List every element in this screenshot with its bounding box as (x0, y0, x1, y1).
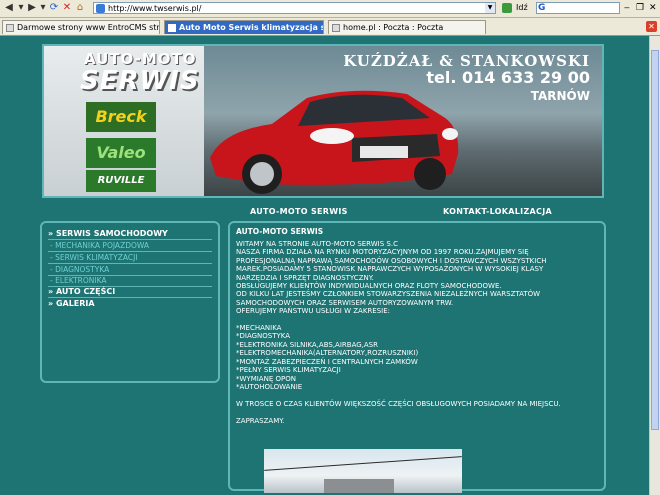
address-bar[interactable]: http://www.twserwis.pl/ ▼ (93, 2, 496, 14)
restore-icon[interactable]: ❐ (636, 2, 644, 14)
sidebar-item-galeria[interactable]: » GALERIA (48, 299, 95, 308)
nav-auto-moto-serwis[interactable]: AUTO-MOTO SERWIS (250, 207, 348, 216)
home-icon[interactable]: ⌂ (74, 2, 86, 14)
phone-number: tel. 014 633 29 00 (426, 68, 590, 87)
site-banner: AUTO-MOTO SERWIS Breck Valeo RUVILLE KUŹ… (42, 44, 604, 198)
tab-entrocms[interactable]: Darmowe strony www EntroCMS strony inter… (2, 20, 160, 34)
sidebar-item-diagnostyka[interactable]: - DIAGNOSTYKA (50, 265, 109, 274)
sidebar-item-mechanika[interactable]: - MECHANIKA POJAZDOWA (50, 241, 149, 250)
tab-label: Darmowe strony www EntroCMS strony inter… (17, 23, 160, 32)
photo-roof (324, 479, 394, 493)
red-car-image (210, 90, 459, 194)
ruville-logo: RUVILLE (86, 170, 156, 192)
browser-toolbar: ◀ ▾ ▶ ▾ ⟳ ✕ ⌂ http://www.twserwis.pl/ ▼ … (0, 0, 660, 18)
vertical-scrollbar[interactable] (649, 36, 660, 495)
address-dropdown-icon[interactable]: ▼ (485, 3, 495, 13)
sidebar-item-serwis-samochodowy[interactable]: » SERWIS SAMOCHODOWY (48, 229, 168, 238)
sidebar-item-klimatyzacja[interactable]: - SERWIS KLIMATYZACJI (50, 253, 138, 262)
site-favicon-icon (96, 4, 105, 13)
tab-label: home.pl : Poczta : Poczta (343, 23, 444, 32)
main-content: AUTO-MOTO SERWIS WITAMY NA STRONIE AUTO-… (228, 221, 606, 493)
workshop-photo (264, 449, 462, 493)
scrollbar-thumb[interactable] (651, 50, 659, 430)
close-tab-icon[interactable]: ✕ (646, 21, 657, 32)
nav-kontakt-lokalizacja[interactable]: KONTAKT-LOKALIZACJA (443, 207, 552, 216)
breck-logo: Breck (86, 102, 156, 132)
page-icon (168, 24, 176, 32)
go-icon[interactable] (502, 3, 512, 13)
stop-icon[interactable]: ✕ (61, 2, 73, 14)
menu-divider (48, 297, 212, 298)
back-arrow-icon[interactable]: ◀ (3, 2, 15, 14)
logo-text-bottom: SERWIS (80, 66, 200, 96)
page-icon (6, 24, 14, 32)
tab-auto-moto[interactable]: Auto Moto Serwis klimatyzacja samo... (164, 20, 324, 34)
city-name: TARNÓW (530, 89, 590, 103)
search-box[interactable]: G (536, 2, 620, 14)
content-body: WITAMY NA STRONIE AUTO-MOTO SERWIS S.C N… (236, 240, 561, 425)
tab-label: Auto Moto Serwis klimatyzacja samo... (179, 23, 323, 32)
photo-wire (264, 456, 462, 471)
menu-divider (48, 251, 212, 252)
page-icon (332, 24, 340, 32)
reload-icon[interactable]: ⟳ (48, 2, 60, 14)
sidebar-item-auto-czesci[interactable]: » AUTO CZĘŚCI (48, 287, 115, 296)
go-button[interactable]: Idź (516, 2, 528, 14)
sidebar-menu: » SERWIS SAMOCHODOWY - MECHANIKA POJAZDO… (40, 221, 220, 383)
tab-home-pl[interactable]: home.pl : Poczta : Poczta (328, 20, 486, 34)
close-window-icon[interactable]: ✕ (649, 2, 657, 14)
menu-divider (48, 239, 212, 240)
minimize-icon[interactable]: ‒ (624, 2, 630, 14)
address-url: http://www.twserwis.pl/ (108, 4, 202, 13)
sidebar-item-elektronika[interactable]: - ELEKTRONIKA (50, 276, 107, 285)
tab-bar: Darmowe strony www EntroCMS strony inter… (0, 18, 660, 36)
menu-divider (48, 263, 212, 264)
logo-panel: AUTO-MOTO SERWIS Breck Valeo RUVILLE (44, 46, 204, 196)
valeo-logo: Valeo (86, 138, 156, 168)
google-logo-icon: G (538, 3, 546, 13)
content-title: AUTO-MOTO SERWIS (236, 227, 324, 236)
